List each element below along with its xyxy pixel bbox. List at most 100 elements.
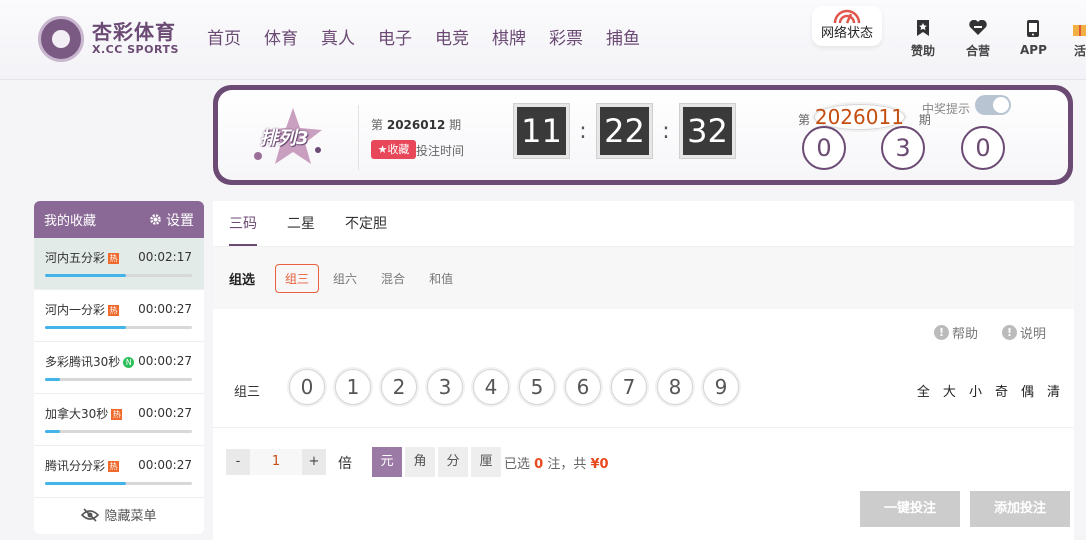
quick-big[interactable]: 大 bbox=[943, 381, 956, 400]
top-header: 杏彩体育 X.CC SPORTS 首页 体育 真人 电子 电竞 棋牌 彩票 捕鱼… bbox=[0, 0, 1086, 80]
number-ball[interactable]: 1 bbox=[335, 369, 371, 405]
favorite-countdown: 00:00:27 bbox=[138, 458, 192, 472]
multiplier-increase-button[interactable]: + bbox=[302, 449, 326, 475]
site-logo[interactable]: 杏彩体育 X.CC SPORTS bbox=[38, 16, 179, 62]
number-picker: 0 1 2 3 4 5 6 7 8 9 bbox=[289, 369, 749, 405]
quick-select: 全 大 小 奇 偶 清 bbox=[904, 381, 1060, 400]
info-icon: ! bbox=[1002, 325, 1017, 340]
number-ball[interactable]: 5 bbox=[519, 369, 555, 405]
partner-button[interactable]: 合营 bbox=[966, 20, 990, 59]
favorite-progress bbox=[45, 326, 192, 329]
nav-live-casino[interactable]: 真人 bbox=[321, 28, 355, 50]
sponsor-label: 赞助 bbox=[911, 44, 936, 58]
nav-slots[interactable]: 电子 bbox=[378, 28, 412, 50]
quick-odd[interactable]: 奇 bbox=[995, 381, 1008, 400]
result-ball: 3 bbox=[881, 126, 925, 170]
favorite-item[interactable]: 河内一分彩热 00:00:27 bbox=[34, 290, 204, 342]
favorite-item[interactable]: 多彩腾讯30秒 N 00:00:27 bbox=[34, 342, 204, 394]
unit-yuan[interactable]: 元 bbox=[372, 447, 402, 477]
countdown-timer: 11 : 22 : 32 bbox=[514, 104, 735, 158]
result-ball: 0 bbox=[802, 126, 846, 170]
favorite-progress bbox=[45, 430, 192, 433]
favorite-item[interactable]: 加拿大30秒热 00:00:27 bbox=[34, 394, 204, 446]
bet-time-label: 投注时间 bbox=[416, 144, 465, 158]
timer-minutes: 22 bbox=[597, 104, 652, 158]
total-amount: ¥0 bbox=[590, 457, 609, 472]
nav-home[interactable]: 首页 bbox=[207, 28, 241, 50]
multiplier-stepper: - 1 + bbox=[226, 449, 326, 475]
favorite-countdown: 00:00:27 bbox=[138, 302, 192, 316]
number-ball[interactable]: 8 bbox=[657, 369, 693, 405]
play-tabs: 三码 二星 不定胆 bbox=[213, 201, 1074, 247]
favorite-progress bbox=[45, 274, 192, 277]
prize-tip-toggle[interactable] bbox=[975, 95, 1011, 115]
hide-menu-button[interactable]: 隐藏菜单 bbox=[34, 498, 204, 531]
favorites-title: 我的收藏 bbox=[44, 214, 97, 229]
subtab-group-three[interactable]: 组三 bbox=[275, 263, 320, 293]
number-ball[interactable]: 9 bbox=[703, 369, 739, 405]
activity-button[interactable]: 活 bbox=[1073, 20, 1086, 59]
subtab-sum[interactable]: 和值 bbox=[429, 270, 453, 287]
unit-fen[interactable]: 分 bbox=[438, 447, 468, 477]
number-ball[interactable]: 6 bbox=[565, 369, 601, 405]
new-badge: N bbox=[123, 357, 135, 368]
nav-fishing[interactable]: 捕鱼 bbox=[606, 28, 640, 50]
activity-label: 活 bbox=[1073, 44, 1086, 58]
main-nav: 首页 体育 真人 电子 电竞 棋牌 彩票 捕鱼 bbox=[207, 28, 663, 50]
favorites-header: 我的收藏 设置 bbox=[34, 201, 204, 238]
favorite-item[interactable]: 腾讯分分彩热 00:00:27 bbox=[34, 446, 204, 498]
multiplier-decrease-button[interactable]: - bbox=[226, 449, 250, 475]
number-ball[interactable]: 0 bbox=[289, 369, 325, 405]
hot-badge: 热 bbox=[108, 253, 120, 264]
subtab-group-six[interactable]: 组六 bbox=[333, 270, 357, 287]
handshake-heart-icon bbox=[969, 20, 987, 35]
play-subtabs: 组选 组三 组六 混合 和值 bbox=[213, 247, 1074, 309]
quick-all[interactable]: 全 bbox=[917, 381, 930, 400]
panel-divider bbox=[213, 427, 1074, 428]
gear-icon bbox=[150, 214, 161, 225]
play-panel: 三码 二星 不定胆 组选 组三 组六 混合 和值 ! 帮助 ! 说明 组三 0 1 … bbox=[213, 201, 1074, 540]
tab-three-digit[interactable]: 三码 bbox=[229, 201, 257, 246]
number-ball[interactable]: 3 bbox=[427, 369, 463, 405]
subtab-mixed[interactable]: 混合 bbox=[381, 270, 405, 287]
logo-emblem-icon bbox=[38, 16, 84, 62]
multiplier-input[interactable]: 1 bbox=[250, 449, 302, 475]
help-button[interactable]: ! 帮助 bbox=[934, 323, 978, 342]
quick-clear[interactable]: 清 bbox=[1047, 381, 1060, 400]
favorite-countdown: 00:00:27 bbox=[138, 406, 192, 420]
partner-label: 合营 bbox=[966, 44, 991, 58]
help-icon: ! bbox=[934, 325, 949, 340]
sponsor-button[interactable]: 赞助 bbox=[911, 20, 935, 59]
quick-small[interactable]: 小 bbox=[969, 381, 982, 400]
explain-button[interactable]: ! 说明 bbox=[1002, 323, 1046, 342]
favorite-button[interactable]: ★收藏 bbox=[371, 140, 416, 159]
unit-jiao[interactable]: 角 bbox=[405, 447, 435, 477]
app-button[interactable]: APP bbox=[1020, 20, 1047, 57]
unit-li[interactable]: 厘 bbox=[471, 447, 501, 477]
favorite-countdown: 00:00:27 bbox=[138, 354, 192, 368]
pick-row-label: 组三 bbox=[234, 385, 261, 400]
network-status-label: 网络状态 bbox=[820, 26, 873, 41]
nav-sports[interactable]: 体育 bbox=[264, 28, 298, 50]
number-ball[interactable]: 7 bbox=[611, 369, 647, 405]
timer-hours: 11 bbox=[514, 104, 569, 158]
tab-two-star[interactable]: 二星 bbox=[287, 201, 315, 246]
nav-lottery[interactable]: 彩票 bbox=[549, 28, 583, 50]
network-status-button[interactable]: 网络状态 bbox=[812, 6, 882, 46]
timer-seconds: 32 bbox=[680, 104, 735, 158]
nav-cards[interactable]: 棋牌 bbox=[492, 28, 526, 50]
one-click-bet-button[interactable]: 一键投注 bbox=[860, 491, 960, 527]
subtab-group-label: 组选 bbox=[229, 272, 256, 288]
number-ball[interactable]: 2 bbox=[381, 369, 417, 405]
add-bet-button[interactable]: 添加投注 bbox=[970, 491, 1070, 527]
quick-even[interactable]: 偶 bbox=[1021, 381, 1034, 400]
favorites-settings-button[interactable]: 设置 bbox=[149, 210, 194, 230]
number-ball[interactable]: 4 bbox=[473, 369, 509, 405]
tab-any-position[interactable]: 不定胆 bbox=[345, 201, 387, 246]
nav-esports[interactable]: 电竞 bbox=[435, 28, 469, 50]
multiplier-unit-label: 倍 bbox=[338, 456, 352, 472]
currency-unit-selector: 元 角 分 厘 bbox=[372, 447, 504, 477]
hot-badge: 热 bbox=[111, 409, 123, 420]
favorite-item[interactable]: 河内五分彩热 00:02:17 bbox=[34, 238, 204, 290]
hot-badge: 热 bbox=[108, 461, 120, 472]
